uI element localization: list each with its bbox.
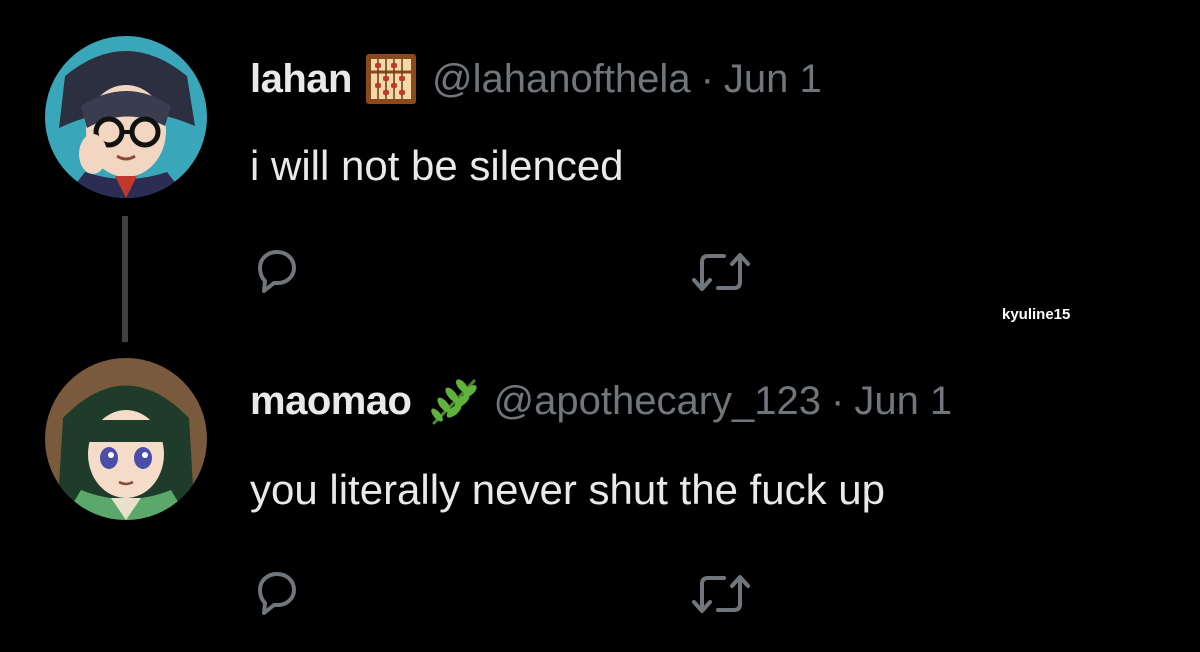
- retweet-icon: [692, 575, 750, 613]
- separator-dot: ·: [700, 56, 714, 101]
- tweet-text: you literally never shut the fuck up: [250, 466, 886, 513]
- tweet-header: lahan @lahanofthela · Jun 1: [250, 52, 822, 106]
- separator-dot: ·: [831, 378, 845, 423]
- tweet-header: maomao @apothecary_123 · Jun 1: [250, 374, 952, 428]
- retweet-button[interactable]: [690, 570, 752, 618]
- tweet-date[interactable]: Jun 1: [854, 379, 952, 424]
- user-handle[interactable]: @apothecary_123: [494, 379, 822, 424]
- reply-icon: [258, 250, 296, 293]
- thread-connector-line: [122, 216, 128, 342]
- avatar[interactable]: [45, 36, 207, 198]
- watermark: kyuline15: [1002, 306, 1071, 323]
- retweet-icon: [692, 253, 750, 291]
- herb-icon: [428, 375, 480, 427]
- reply-icon: [258, 572, 296, 615]
- tweet-date[interactable]: Jun 1: [724, 57, 822, 102]
- display-name[interactable]: lahan: [250, 57, 352, 102]
- avatar[interactable]: [45, 358, 207, 520]
- avatar-image-maomao: [45, 358, 207, 520]
- reply-button[interactable]: [252, 246, 300, 294]
- abacus-icon: [364, 52, 418, 106]
- display-name[interactable]: maomao: [250, 379, 412, 424]
- retweet-button[interactable]: [690, 248, 752, 296]
- reply-button[interactable]: [252, 568, 300, 616]
- avatar-image-lahan: [45, 36, 207, 198]
- user-handle[interactable]: @lahanofthela: [432, 57, 691, 102]
- tweet-text: i will not be silenced: [250, 142, 624, 189]
